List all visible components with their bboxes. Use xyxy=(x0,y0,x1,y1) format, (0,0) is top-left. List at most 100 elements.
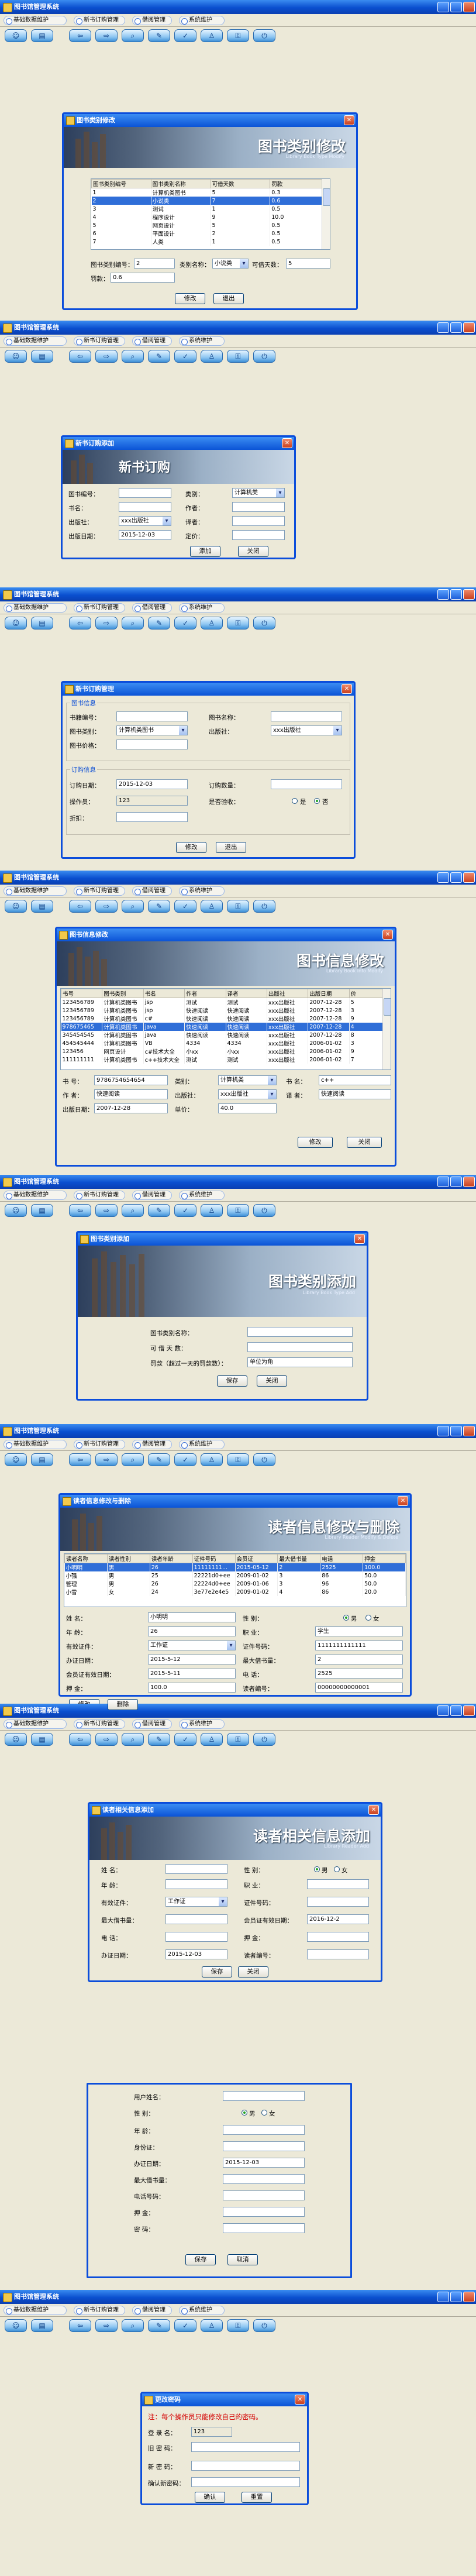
close-dialog-button[interactable]: 关闭 xyxy=(257,1375,287,1387)
menu-new-book-order[interactable]: 新书订购管理 xyxy=(74,16,125,25)
user-name-field[interactable] xyxy=(223,2091,305,2101)
column-header[interactable]: 会员证 xyxy=(234,1554,278,1563)
book-icon[interactable]: ▤ xyxy=(31,29,53,42)
dialog-close-button[interactable]: ✕ xyxy=(282,438,292,448)
close-dialog-button[interactable]: 关闭 xyxy=(238,546,268,557)
exit-icon[interactable]: ⏻ xyxy=(253,1453,275,1466)
order-icon[interactable]: ✎ xyxy=(148,617,170,630)
exit-icon[interactable]: ⏻ xyxy=(253,2319,275,2332)
column-header[interactable]: 译者 xyxy=(225,989,267,998)
publisher-select[interactable]: xxx出版社 xyxy=(271,725,342,735)
check-icon[interactable]: ✓ xyxy=(174,617,196,630)
exit-button[interactable]: 退出 xyxy=(216,842,246,853)
user-icon[interactable]: ♙ xyxy=(201,1733,223,1746)
pub-date-field[interactable]: 2015-12-03 xyxy=(119,530,171,540)
search-icon[interactable]: ⌕ xyxy=(122,1204,144,1217)
menu-basic-data[interactable]: 基础数据维护 xyxy=(4,1191,67,1200)
user-icon[interactable]: ♙ xyxy=(201,350,223,363)
deposit-field[interactable] xyxy=(223,2207,305,2217)
reset-button[interactable]: 重置 xyxy=(242,2492,272,2503)
maximize-button[interactable] xyxy=(450,2292,462,2302)
book-price-field[interactable] xyxy=(116,740,188,749)
table-row[interactable]: 3 测试 1 0.5 xyxy=(91,205,330,213)
id-number-field[interactable]: 1111111111111 xyxy=(315,1640,403,1650)
reader-icon[interactable]: ☺ xyxy=(5,900,27,913)
modify-button[interactable]: 修改 xyxy=(69,1699,99,1704)
lock-icon[interactable]: ⚿ xyxy=(227,29,249,42)
modify-button[interactable]: 修改 xyxy=(175,293,205,304)
book-icon[interactable]: ▤ xyxy=(31,617,53,630)
id-card-field[interactable] xyxy=(223,2141,305,2151)
issue-date-field[interactable]: 2015-12-03 xyxy=(165,1949,227,1959)
menu-borrow[interactable]: 借阅管理 xyxy=(132,603,172,613)
publisher-select[interactable]: xxx出版社 xyxy=(119,516,171,526)
menu-basic-data[interactable]: 基础数据维护 xyxy=(4,2306,67,2315)
book-icon[interactable]: ▤ xyxy=(31,350,53,363)
loan-days-field[interactable]: 5 xyxy=(286,259,330,269)
close-dialog-button[interactable]: 关闭 xyxy=(347,1137,382,1148)
accepted-no-radio[interactable] xyxy=(314,798,320,804)
table-row[interactable]: 小雪女 24 3e77e2e4e5 2009-01-02 4 86 20.0 xyxy=(64,1588,406,1596)
minimize-button[interactable] xyxy=(437,589,449,600)
category-select[interactable]: 计算机类 xyxy=(232,488,285,498)
check-icon[interactable]: ✓ xyxy=(174,900,196,913)
close-button[interactable] xyxy=(463,2,475,12)
table-scrollbar[interactable] xyxy=(322,179,330,249)
table-row[interactable]: 345454545 计算机类图书 java 快速阅读 快速阅读 xxx出版社 2007-12… xyxy=(61,1031,391,1039)
sex-female-radio[interactable] xyxy=(334,1866,340,1872)
translator-field[interactable]: 快速阅读 xyxy=(319,1089,391,1099)
borrow-icon[interactable]: ⇦ xyxy=(69,617,91,630)
exit-button[interactable]: 退出 xyxy=(213,293,244,304)
user-icon[interactable]: ♙ xyxy=(201,617,223,630)
minimize-button[interactable] xyxy=(437,1177,449,1187)
password-field[interactable] xyxy=(223,2223,305,2233)
menu-system[interactable]: 系统维护 xyxy=(179,1440,225,1449)
order-icon[interactable]: ✎ xyxy=(148,350,170,363)
menu-basic-data[interactable]: 基础数据维护 xyxy=(4,16,67,25)
cancel-button[interactable]: 取消 xyxy=(227,2254,258,2265)
close-button[interactable] xyxy=(463,589,475,600)
isbn-field[interactable]: 9786754654654 xyxy=(94,1075,168,1085)
table-row[interactable]: 454545444 计算机类图书 VB 4334 4334 xxx出版社 2006-01-0… xyxy=(61,1039,391,1047)
minimize-button[interactable] xyxy=(437,2,449,12)
book-name-field[interactable] xyxy=(271,711,342,721)
menu-basic-data[interactable]: 基础数据维护 xyxy=(4,336,67,346)
name-field[interactable]: 小明明 xyxy=(148,1612,236,1622)
check-icon[interactable]: ✓ xyxy=(174,2319,196,2332)
table-row[interactable]: 小明明男 26 11111111... 2015-05-12 2 2525 100.0 xyxy=(64,1563,406,1571)
lock-icon[interactable]: ⚿ xyxy=(227,617,249,630)
user-icon[interactable]: ♙ xyxy=(201,29,223,42)
menu-new-book-order[interactable]: 新书订购管理 xyxy=(74,603,125,613)
category-select[interactable]: 计算机类 xyxy=(218,1075,277,1085)
modify-button[interactable]: 修改 xyxy=(298,1137,333,1148)
table-row[interactable]: 123456789 计算机类图书 jsp 快速阅读 快速阅读 xxx出版社 2007-12-… xyxy=(61,1006,391,1014)
menu-system[interactable]: 系统维护 xyxy=(179,603,225,613)
max-borrow-field[interactable] xyxy=(223,2174,305,2184)
table-row[interactable]: 6 平面设计 2 0.5 xyxy=(91,229,330,238)
column-header[interactable]: 电话 xyxy=(320,1554,364,1563)
search-icon[interactable]: ⌕ xyxy=(122,617,144,630)
save-button[interactable]: 保存 xyxy=(185,2254,216,2265)
column-header[interactable]: 图书类别 xyxy=(102,989,144,998)
old-password-field[interactable] xyxy=(191,2442,300,2452)
issue-date-field[interactable]: 2015-12-03 xyxy=(223,2158,305,2168)
max-borrow-field[interactable] xyxy=(165,1914,227,1924)
lock-icon[interactable]: ⚿ xyxy=(227,900,249,913)
menu-system[interactable]: 系统维护 xyxy=(179,886,225,896)
dialog-close-button[interactable]: ✕ xyxy=(344,115,354,125)
type-name-select[interactable]: 小说类 xyxy=(212,259,249,269)
table-row[interactable]: 管理男 26 22224d0+ee 2009-01-06 3 96 50.0 xyxy=(64,1580,406,1588)
title-field[interactable] xyxy=(119,502,171,512)
menu-basic-data[interactable]: 基础数据维护 xyxy=(4,886,67,896)
minimize-button[interactable] xyxy=(437,322,449,333)
loan-days-field[interactable] xyxy=(247,1342,353,1352)
exit-icon[interactable]: ⏻ xyxy=(253,617,275,630)
return-icon[interactable]: ⇨ xyxy=(95,617,118,630)
check-icon[interactable]: ✓ xyxy=(174,1733,196,1746)
table-row[interactable]: 5 网页设计 5 0.5 xyxy=(91,221,330,229)
book-number-field[interactable] xyxy=(116,711,188,721)
issue-date-field[interactable]: 2015-5-12 xyxy=(148,1655,236,1664)
menu-system[interactable]: 系统维护 xyxy=(179,16,225,25)
name-field[interactable] xyxy=(165,1864,227,1874)
return-icon[interactable]: ⇨ xyxy=(95,1733,118,1746)
